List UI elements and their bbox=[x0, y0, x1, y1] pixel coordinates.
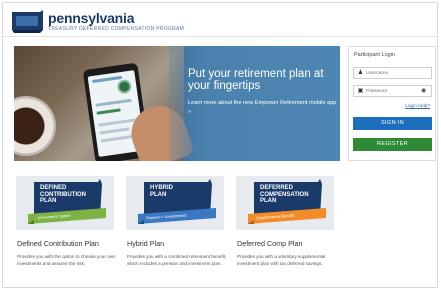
hero-banner[interactable]: Put your retirement plan at your fingert… bbox=[14, 46, 340, 161]
logo-tagline: TREASURY DEFERRED COMPENSATION PROGRAM bbox=[48, 26, 185, 32]
pennsylvania-map-icon bbox=[138, 179, 216, 224]
phone-ui-bar bbox=[100, 134, 135, 143]
plan-description: Provides you with a voluntary supplement… bbox=[237, 254, 326, 267]
plan-badge-text: DEFERRED COMPENSATION PLAN bbox=[260, 185, 309, 205]
site-header: pennsylvania TREASURY DEFERRED COMPENSAT… bbox=[8, 8, 208, 34]
logo-text[interactable]: pennsylvania bbox=[48, 10, 135, 26]
deferred-comp-plan-image[interactable]: DEFERRED COMPENSATION PLAN Supplemental … bbox=[236, 176, 334, 230]
username-field[interactable]: ♟ bbox=[353, 67, 432, 79]
username-input[interactable] bbox=[366, 69, 424, 78]
participant-login-panel: Participant Login ♟ ▣ ◉ Login help? SIGN… bbox=[348, 46, 436, 161]
login-help-link[interactable]: Login help? bbox=[405, 104, 430, 109]
password-input[interactable] bbox=[366, 87, 424, 96]
phone-ui-bar bbox=[96, 108, 121, 115]
user-icon: ♟ bbox=[357, 70, 364, 76]
hero-photo bbox=[14, 46, 196, 161]
plan-title-defined-contribution[interactable]: Defined Contribution Plan bbox=[17, 239, 99, 248]
register-button[interactable]: REGISTER bbox=[353, 138, 432, 151]
login-title: Participant Login bbox=[354, 52, 395, 58]
hybrid-plan-image[interactable]: HYBRID PLAN Pension + Investments bbox=[126, 176, 224, 230]
coffee-cup-image bbox=[14, 96, 56, 156]
defined-contribution-plan-image[interactable]: DEFINED CONTRIBUTION PLAN Investment Opt… bbox=[16, 176, 114, 230]
plan-title-hybrid[interactable]: Hybrid Plan bbox=[127, 239, 164, 248]
show-password-eye-icon[interactable]: ◉ bbox=[421, 88, 428, 95]
plan-title-deferred-comp[interactable]: Deferred Comp Plan bbox=[237, 239, 303, 248]
pennsylvania-keystone-logo-icon[interactable] bbox=[10, 8, 44, 34]
plan-description: Provides you with the option to choose y… bbox=[17, 254, 116, 267]
plan-badge-text: HYBRID PLAN bbox=[150, 185, 174, 198]
phone-ui-bar bbox=[99, 127, 130, 135]
phone-ui-bar bbox=[95, 98, 132, 107]
header-divider bbox=[2, 36, 438, 37]
phone-ui-circle bbox=[116, 78, 133, 95]
hero-learn-more-link[interactable]: Learn more about the new Empower Retirem… bbox=[188, 99, 338, 117]
hero-title: Put your retirement plan at your fingert… bbox=[188, 68, 324, 92]
plan-badge-text: DEFINED CONTRIBUTION PLAN bbox=[40, 185, 86, 205]
sign-in-button[interactable]: SIGN IN bbox=[353, 117, 432, 130]
plan-description: Provides you with a combined retirement … bbox=[127, 254, 227, 267]
lock-icon: ▣ bbox=[357, 88, 364, 94]
phone-ui-bar bbox=[98, 118, 137, 127]
password-field[interactable]: ▣ ◉ bbox=[353, 85, 432, 97]
